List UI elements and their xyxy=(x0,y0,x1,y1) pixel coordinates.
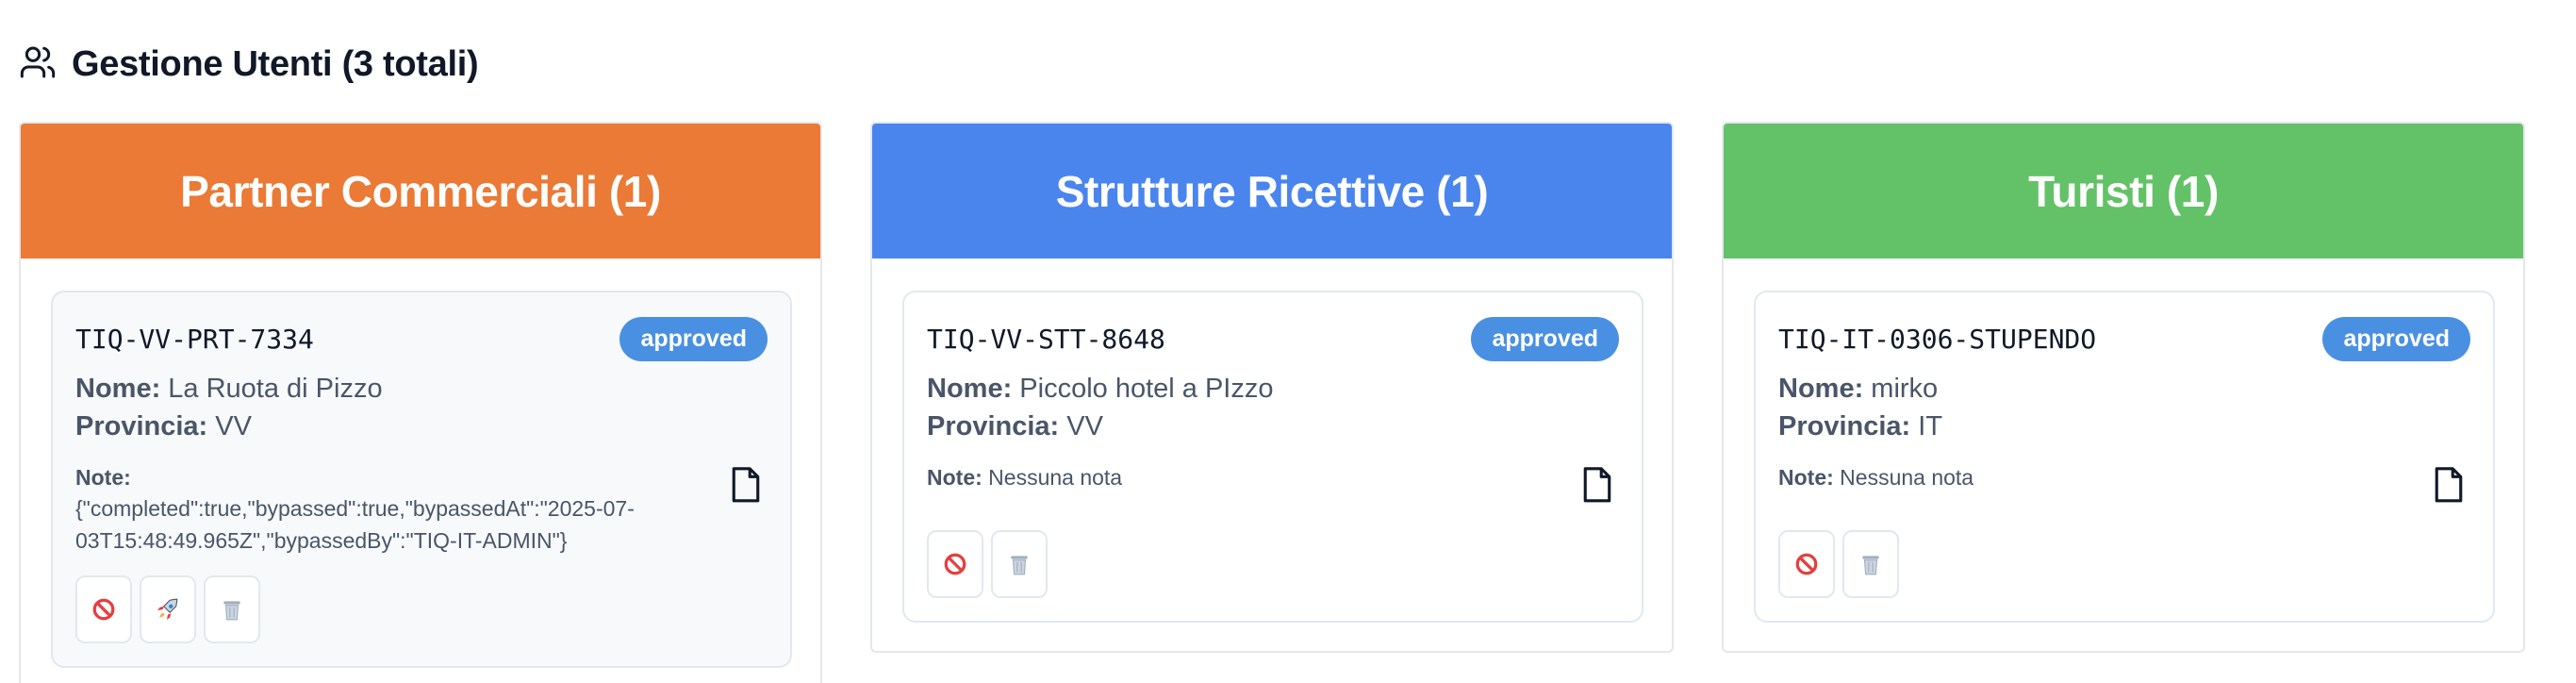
delete-button[interactable] xyxy=(991,530,1048,598)
user-card: TIQ-VV-STT-8648 approved Nome: Piccolo h… xyxy=(902,291,1643,623)
note-field: Note: {"completed":true,"bypassed":true,… xyxy=(75,462,698,557)
block-button[interactable] xyxy=(75,575,132,643)
note-value: Nessuna nota xyxy=(988,465,1123,490)
block-button[interactable] xyxy=(1778,530,1835,598)
field-value: mirko xyxy=(1871,374,1939,404)
field-label: Nome: xyxy=(927,374,1013,404)
status-badge: approved xyxy=(619,317,768,361)
field-value: VV xyxy=(215,411,252,441)
field-label: Nome: xyxy=(1778,374,1864,404)
delete-button[interactable] xyxy=(204,575,260,643)
block-icon xyxy=(944,553,966,575)
card-actions xyxy=(1778,530,1899,598)
user-id: TIQ-IT-0306-STUPENDO xyxy=(1778,324,2097,355)
field-nome: Nome: La Ruota di Pizzo xyxy=(75,374,383,405)
delete-button[interactable] xyxy=(1842,530,1899,598)
field-label: Note: xyxy=(75,465,131,490)
card-actions xyxy=(75,575,260,643)
block-icon xyxy=(1795,553,1818,575)
field-value: VV xyxy=(1066,411,1103,441)
column-strutture-ricettive: Strutture Ricettive (1) TIQ-VV-STT-8648 … xyxy=(870,122,1674,653)
document-icon[interactable] xyxy=(730,466,762,503)
user-id: TIQ-VV-PRT-7334 xyxy=(75,324,314,355)
field-value: IT xyxy=(1918,411,1943,441)
trash-icon xyxy=(1011,556,1028,575)
users-icon xyxy=(19,43,57,86)
page-title: Gestione Utenti (3 totali) xyxy=(72,43,479,84)
block-icon xyxy=(92,598,115,621)
field-label: Provincia: xyxy=(1778,411,1911,441)
field-label: Note: xyxy=(927,465,983,490)
document-icon[interactable] xyxy=(2433,466,2465,503)
card-actions xyxy=(927,530,1048,598)
user-card: TIQ-IT-0306-STUPENDO approved Nome: mirk… xyxy=(1754,291,2495,623)
field-provincia: Provincia: VV xyxy=(927,411,1103,442)
status-badge: approved xyxy=(1471,317,1619,361)
column-turisti: Turisti (1) TIQ-IT-0306-STUPENDO approve… xyxy=(1722,122,2525,653)
column-header: Partner Commerciali (1) xyxy=(21,124,820,258)
page-header: Gestione Utenti (3 totali) xyxy=(19,42,479,87)
rocket-button[interactable] xyxy=(140,575,196,643)
column-header: Turisti (1) xyxy=(1724,124,2523,258)
column-partner-commerciali: Partner Commerciali (1) TIQ-VV-PRT-7334 … xyxy=(19,122,822,683)
field-label: Note: xyxy=(1778,465,1834,490)
field-provincia: Provincia: IT xyxy=(1778,411,1942,442)
field-value: La Ruota di Pizzo xyxy=(168,374,383,404)
field-value: Piccolo hotel a PIzzo xyxy=(1019,374,1274,404)
status-badge: approved xyxy=(2322,317,2470,361)
trash-icon xyxy=(223,601,240,621)
trash-icon xyxy=(1862,556,1879,575)
field-label: Provincia: xyxy=(927,411,1060,441)
document-icon[interactable] xyxy=(1581,466,1613,503)
note-value: Nessuna nota xyxy=(1840,465,1974,490)
field-nome: Nome: Piccolo hotel a PIzzo xyxy=(927,374,1274,405)
rocket-icon xyxy=(157,598,178,620)
field-label: Nome: xyxy=(75,374,161,404)
field-provincia: Provincia: VV xyxy=(75,411,252,442)
note-field: Note: Nessuna nota xyxy=(927,462,1549,493)
user-id: TIQ-VV-STT-8648 xyxy=(927,324,1165,355)
column-header: Strutture Ricettive (1) xyxy=(872,124,1672,258)
field-nome: Nome: mirko xyxy=(1778,374,1938,405)
note-field: Note: Nessuna nota xyxy=(1778,462,2401,493)
note-value: {"completed":true,"bypassed":true,"bypas… xyxy=(75,496,635,553)
field-label: Provincia: xyxy=(75,411,208,441)
user-card: TIQ-VV-PRT-7334 approved Nome: La Ruota … xyxy=(51,291,792,668)
block-button[interactable] xyxy=(927,530,983,598)
